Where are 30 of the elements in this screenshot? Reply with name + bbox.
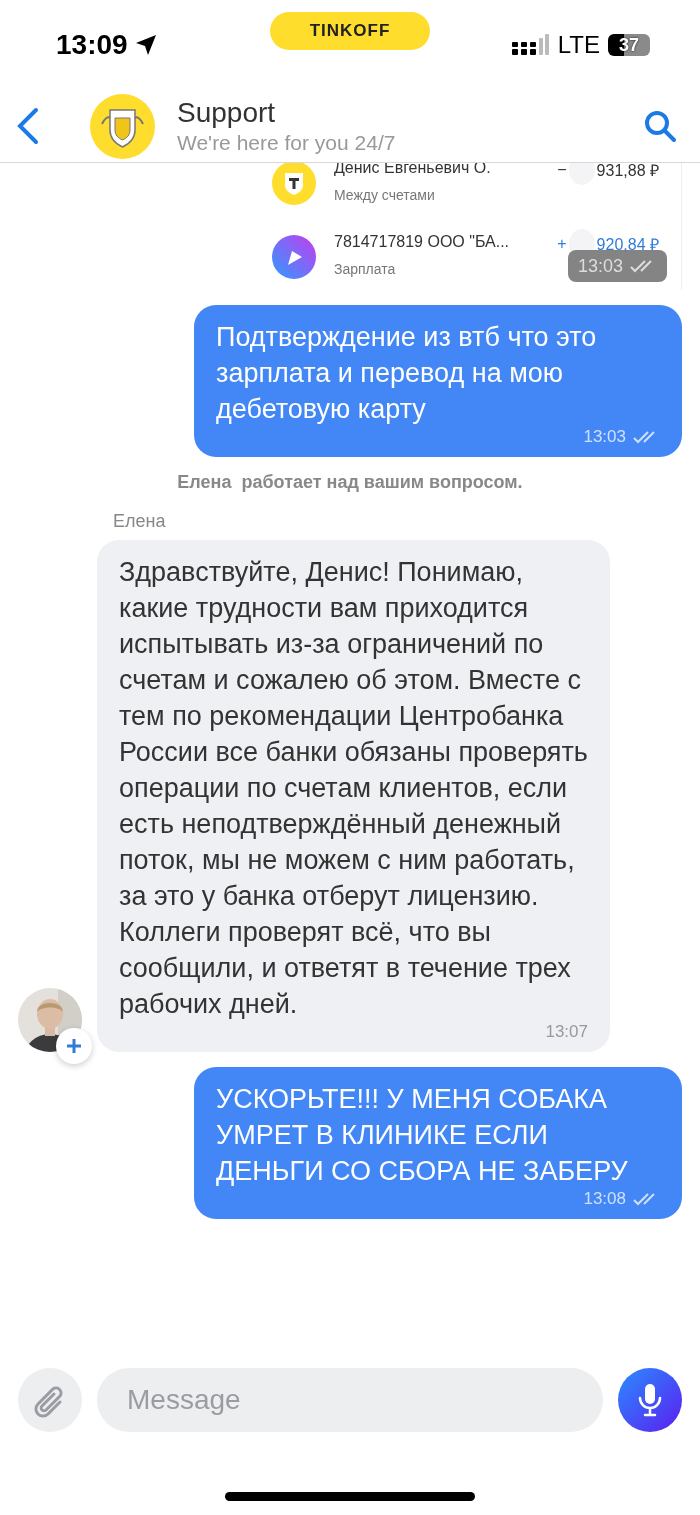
amount-sign: + — [557, 235, 567, 253]
clock-time: 13:09 — [56, 29, 128, 61]
system-notice: Елена работает над вашим вопросом. — [177, 472, 523, 493]
message-time: 13:03 — [583, 427, 626, 447]
carrier-badge: TINKOFF — [270, 12, 430, 50]
amount-sign: − — [557, 163, 567, 179]
message-text: УСКОРЬТЕ!!! У МЕНЯ СОБАКА УМРЕТ В КЛИНИКЕ ЕСЛИ ДЕНЬГИ СО СБОРА НЕ ЗАБЕРУ — [216, 1083, 629, 1188]
transaction-category: Зарплата — [334, 261, 397, 277]
search-icon — [642, 108, 678, 144]
add-contact-button[interactable] — [56, 1028, 92, 1064]
bank-crest-icon — [90, 93, 155, 159]
time-badge: 13:03 — [567, 250, 667, 282]
message-text: Здравствуйте, Денис! Понимаю, какие трудности вам приходится испытывать из-за ограничений по счетам и сожалею об этом. Вместе с тем по рекомендации Центробанка России все банки обязаны проверять операции по счетам клиентов, если есть неподтверждённый денежный поток, мы не можем с ним работать, за это у банка отберут лицензию. Коллеги проверят всё, что вы сообщили, и ответят в течение трех рабочих дней. — [119, 556, 588, 1021]
message-field[interactable]: Message — [97, 1368, 603, 1432]
network-type: LTE — [557, 31, 600, 59]
transaction-amount: 931,88 ₽ — [596, 163, 659, 181]
message-text: Подтверждение из втб что это зарплата и перевод на мою дебетовую карту — [216, 321, 598, 426]
transaction-category: Между счетами — [334, 187, 436, 203]
sender-name: Елена — [113, 511, 166, 532]
plus-icon — [66, 1038, 82, 1054]
transaction-name: 7814717819 ООО "БА... — [334, 233, 511, 251]
search-button[interactable] — [642, 108, 678, 144]
redaction-mark — [568, 163, 595, 185]
chat-subtitle: We're here for you 24/7 — [177, 131, 396, 155]
message-time: 13:07 — [545, 1022, 588, 1042]
signal-icon — [511, 34, 550, 56]
message-time: 13:08 — [583, 1189, 626, 1209]
chat-title: Support — [177, 97, 277, 129]
bank-logo-icon — [272, 163, 316, 205]
play-logo-icon — [272, 235, 316, 279]
